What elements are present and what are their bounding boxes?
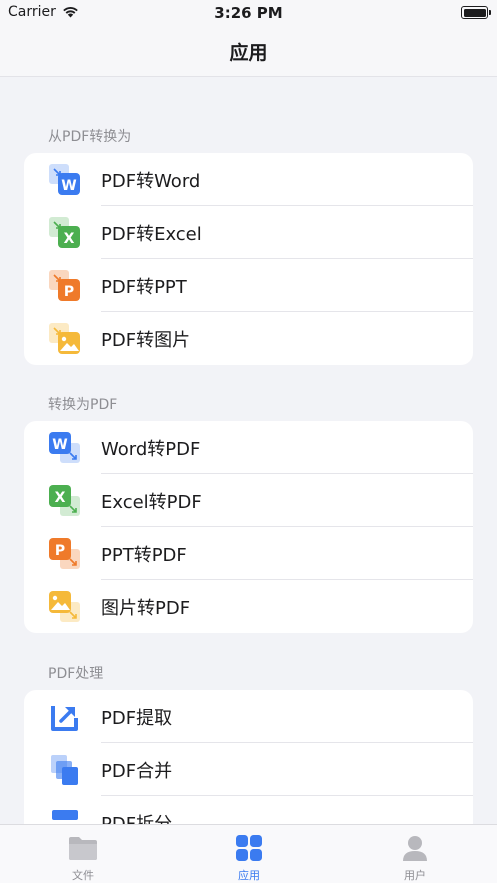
row-label: 图片转PDF	[101, 597, 191, 619]
pdf-split-icon	[52, 810, 78, 820]
row-label: PPT转PDF	[101, 544, 187, 566]
battery-icon	[461, 6, 491, 19]
pdf-to-excel-icon: X	[49, 217, 80, 248]
row-word-to-pdf[interactable]: W Word转PDF	[24, 421, 473, 474]
row-excel-to-pdf[interactable]: X Excel转PDF	[24, 474, 473, 527]
row-pdf-to-excel[interactable]: X PDF转Excel	[24, 206, 473, 259]
row-pdf-to-ppt[interactable]: P PDF转PPT	[24, 259, 473, 312]
image-to-pdf-icon	[49, 591, 80, 622]
tab-user[interactable]: 用户	[332, 825, 497, 883]
row-pdf-extract[interactable]: PDF提取	[24, 690, 473, 743]
svg-text:X: X	[55, 490, 66, 506]
status-time: 3:26 PM	[214, 4, 283, 22]
app-list[interactable]: 从PDF转换为 W PDF转Word X PDF转Excel P PDF转PPT…	[0, 77, 497, 824]
excel-to-pdf-icon: X	[49, 485, 80, 516]
apps-grid-icon	[236, 835, 262, 861]
section-title-pdf-processing: PDF处理	[48, 666, 104, 682]
row-label: Word转PDF	[101, 438, 201, 460]
row-label: PDF提取	[101, 707, 173, 729]
svg-text:X: X	[64, 231, 75, 247]
row-label: PDF转PPT	[101, 276, 187, 298]
row-label: PDF转Word	[101, 170, 201, 192]
tab-files[interactable]: 文件	[0, 825, 166, 883]
svg-text:W: W	[61, 178, 76, 194]
pdf-to-word-icon: W	[49, 164, 80, 195]
pdf-extract-icon	[51, 706, 78, 731]
row-pdf-to-image[interactable]: PDF转图片	[24, 312, 473, 365]
pdf-to-ppt-icon: P	[49, 270, 80, 301]
nav-bar: 应用	[0, 26, 497, 77]
row-label: Excel转PDF	[101, 491, 202, 513]
svg-text:P: P	[55, 543, 65, 559]
user-icon	[403, 836, 427, 861]
row-label: PDF拆分	[101, 813, 173, 825]
row-image-to-pdf[interactable]: 图片转PDF	[24, 580, 473, 633]
row-label: PDF转图片	[101, 329, 191, 351]
tab-label: 用户	[404, 869, 426, 882]
row-label: PDF转Excel	[101, 223, 202, 245]
ppt-to-pdf-icon: P	[49, 538, 80, 569]
tab-label: 应用	[238, 869, 260, 882]
row-pdf-split[interactable]: PDF拆分	[24, 796, 473, 824]
svg-text:P: P	[64, 284, 74, 300]
tab-bar: 文件 应用 用户	[0, 824, 497, 883]
pdf-merge-icon	[51, 755, 78, 785]
card-pdf-processing: PDF提取 PDF合并 PDF拆分	[24, 690, 473, 824]
row-ppt-to-pdf[interactable]: P PPT转PDF	[24, 527, 473, 580]
card-from-pdf: W PDF转Word X PDF转Excel P PDF转PPT PDF转图片	[24, 153, 473, 365]
row-label: PDF合并	[101, 760, 173, 782]
folder-icon	[69, 837, 97, 860]
card-to-pdf: W Word转PDF X Excel转PDF P PPT转PDF 图片转PDF	[24, 421, 473, 633]
svg-text:W: W	[52, 437, 67, 453]
row-pdf-to-word[interactable]: W PDF转Word	[24, 153, 473, 206]
tab-apps[interactable]: 应用	[166, 825, 332, 883]
word-to-pdf-icon: W	[49, 432, 80, 463]
tab-label: 文件	[72, 869, 94, 882]
section-title-from-pdf: 从PDF转换为	[48, 129, 132, 145]
pdf-to-image-icon	[49, 323, 80, 354]
section-title-to-pdf: 转换为PDF	[48, 397, 118, 413]
row-pdf-merge[interactable]: PDF合并	[24, 743, 473, 796]
status-bar: Carrier 3:26 PM	[0, 0, 497, 26]
page-title: 应用	[229, 41, 268, 64]
